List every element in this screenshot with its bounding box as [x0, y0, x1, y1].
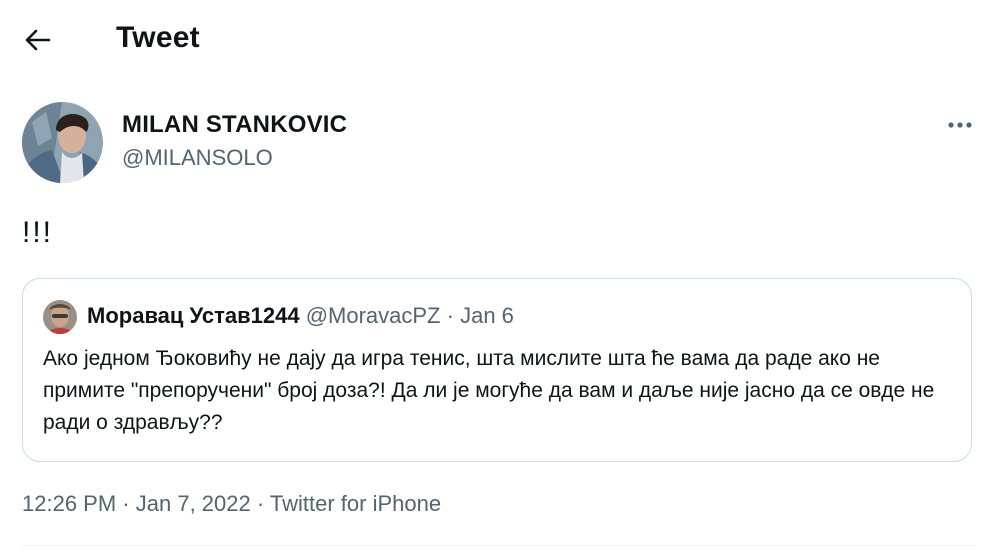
quote-separator: · [446, 303, 454, 328]
tweet-source[interactable]: Twitter for iPhone [270, 491, 441, 516]
quoted-tweet[interactable]: Моравац Устав1244 @MoravacPZ · Jan 6 Ако… [22, 278, 972, 462]
page-header: Tweet [0, 0, 1000, 80]
more-options-button[interactable] [938, 108, 982, 142]
divider [22, 545, 977, 546]
quote-date[interactable]: Jan 6 [460, 303, 514, 328]
tweet-metadata: 12:26 PM · Jan 7, 2022 · Twitter for iPh… [22, 491, 441, 517]
quote-author-handle[interactable]: @MoravacPZ [306, 303, 441, 328]
tweet-time[interactable]: 12:26 PM [22, 491, 116, 516]
tweet-text: !!! [22, 216, 54, 249]
quote-author-name[interactable]: Моравац Устав1244 [87, 303, 300, 328]
quote-avatar-photo [43, 300, 77, 334]
meta-separator: · [256, 491, 265, 516]
author-handle[interactable]: @MILANSOLO [122, 145, 273, 171]
author-name[interactable]: MILAN STANKOVIC [122, 111, 347, 139]
back-button[interactable] [18, 20, 58, 60]
avatar[interactable] [22, 102, 103, 183]
tweet-date[interactable]: Jan 7, 2022 [136, 491, 251, 516]
quote-text: Ако једном Ђоковићу не дају да игра тени… [43, 347, 935, 434]
user-avatar-photo [22, 102, 103, 183]
arrow-left-icon [25, 29, 51, 51]
quote-header: Моравац Устав1244 @MoravacPZ · Jan 6 [87, 303, 514, 329]
more-horizontal-icon [948, 122, 972, 128]
page-title: Tweet [116, 21, 200, 54]
quote-avatar[interactable] [43, 300, 77, 334]
meta-separator: · [122, 491, 130, 516]
